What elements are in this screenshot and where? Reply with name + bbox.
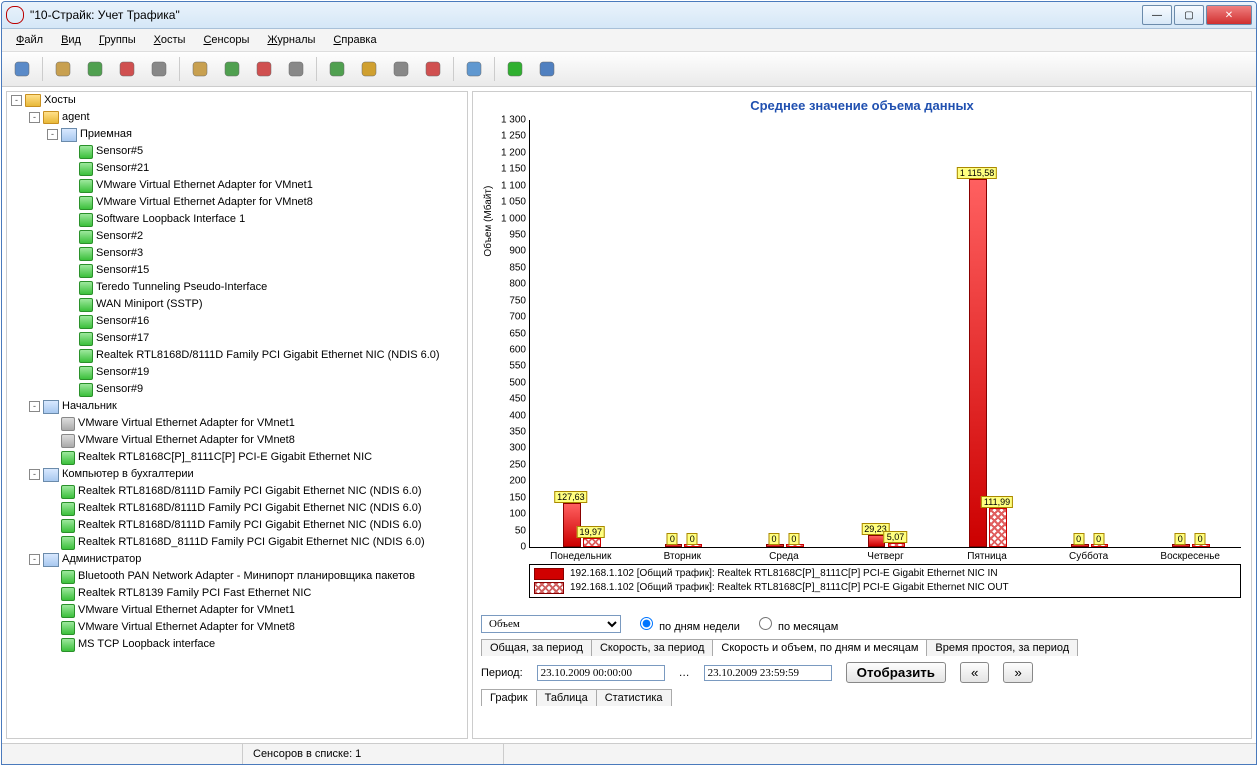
menubar: ФайлВидГруппыХостыСенсорыЖурналыСправка [2, 29, 1256, 52]
tree-group[interactable]: -Администратор [29, 551, 467, 568]
menu-Сенсоры[interactable]: Сенсоры [195, 32, 257, 48]
statusbar: Сенсоров в списке: 1 [2, 743, 1256, 764]
tree-sensor[interactable]: Sensor#9 [65, 381, 467, 398]
toolbar-btn-20[interactable] [533, 55, 561, 83]
toolbar-btn-17[interactable] [460, 55, 488, 83]
tree-sensor[interactable]: VMware Virtual Ethernet Adapter for VMne… [47, 602, 467, 619]
tree-sensor[interactable]: Software Loopback Interface 1 [65, 211, 467, 228]
toolbar-btn-8[interactable] [218, 55, 246, 83]
toolbar-btn-14[interactable] [387, 55, 415, 83]
show-button[interactable]: Отобразить [846, 662, 946, 683]
toolbar-btn-7[interactable] [186, 55, 214, 83]
tree-sensor[interactable]: Sensor#17 [65, 330, 467, 347]
tree-sensor[interactable]: Realtek RTL8168D/8111D Family PCI Gigabi… [47, 500, 467, 517]
metric-select[interactable]: Объем [481, 615, 621, 633]
period-from[interactable] [537, 665, 665, 681]
view-tab[interactable]: Таблица [536, 689, 597, 706]
chart-panel: Среднее значение объема данных Объем (Мб… [472, 91, 1252, 739]
period-to[interactable] [704, 665, 832, 681]
chart-area: 0501001502002503003504004505005506006507… [529, 120, 1241, 548]
tree-sensor[interactable]: Bluetooth PAN Network Adapter - Минипорт… [47, 568, 467, 585]
titlebar: "10-Страйк: Учет Трафика" — ▢ ✕ [2, 2, 1256, 29]
tree-sensor[interactable]: Sensor#2 [65, 228, 467, 245]
chart-legend: 192.168.1.102 [Общий трафик]: Realtek RT… [529, 564, 1241, 598]
tree-sensor[interactable]: VMware Virtual Ethernet Adapter for VMne… [47, 432, 467, 449]
maximize-button[interactable]: ▢ [1174, 5, 1204, 25]
toolbar-btn-10[interactable] [282, 55, 310, 83]
report-tab[interactable]: Скорость и объем, по дням и месяцам [712, 639, 927, 656]
menu-Группы[interactable]: Группы [91, 32, 144, 48]
chart-ylabel: Объем (Мбайт) [483, 186, 494, 257]
tree-sensor[interactable]: Teredo Tunneling Pseudo-Interface [65, 279, 467, 296]
host-tree[interactable]: -Хосты-agent-ПриемнаяSensor#5Sensor#21VM… [6, 91, 468, 739]
close-button[interactable]: ✕ [1206, 5, 1252, 25]
tree-sensor[interactable]: VMware Virtual Ethernet Adapter for VMne… [65, 177, 467, 194]
tree-sensor[interactable]: Realtek RTL8168D_8111D Family PCI Gigabi… [47, 534, 467, 551]
status-sensor-count: Сенсоров в списке: 1 [243, 744, 504, 764]
report-tab[interactable]: Скорость, за период [591, 639, 713, 656]
toolbar-btn-5[interactable] [145, 55, 173, 83]
tree-sensor[interactable]: Realtek RTL8168D/8111D Family PCI Gigabi… [65, 347, 467, 364]
toolbar-btn-12[interactable] [323, 55, 351, 83]
radio-by-days[interactable]: по дням недели [635, 614, 740, 633]
toolbar-btn-15[interactable] [419, 55, 447, 83]
report-tab[interactable]: Общая, за период [481, 639, 592, 656]
nav-next-button[interactable]: » [1003, 662, 1032, 683]
report-tab[interactable]: Время простоя, за период [926, 639, 1078, 656]
toolbar [2, 52, 1256, 87]
period-label: Период: [481, 667, 523, 679]
menu-Хосты[interactable]: Хосты [146, 32, 194, 48]
toolbar-btn-3[interactable] [81, 55, 109, 83]
toolbar-btn-4[interactable] [113, 55, 141, 83]
tree-sensor[interactable]: Sensor#3 [65, 245, 467, 262]
nav-prev-button[interactable]: « [960, 662, 989, 683]
view-tab[interactable]: Статистика [596, 689, 672, 706]
tree-sensor[interactable]: VMware Virtual Ethernet Adapter for VMne… [47, 415, 467, 432]
tree-sensor[interactable]: VMware Virtual Ethernet Adapter for VMne… [65, 194, 467, 211]
menu-Журналы[interactable]: Журналы [259, 32, 323, 48]
tree-sensor[interactable]: Sensor#21 [65, 160, 467, 177]
tree-sensor[interactable]: Realtek RTL8168D/8111D Family PCI Gigabi… [47, 517, 467, 534]
tree-sensor[interactable]: MS TCP Loopback interface [47, 636, 467, 653]
menu-Справка[interactable]: Справка [325, 32, 384, 48]
tree-sensor[interactable]: Sensor#19 [65, 364, 467, 381]
tree-sensor[interactable]: Realtek RTL8168C[P]_8111C[P] PCI-E Gigab… [47, 449, 467, 466]
toolbar-btn-19[interactable] [501, 55, 529, 83]
report-tabs: Общая, за периодСкорость, за периодСкоро… [481, 639, 1243, 656]
menu-Файл[interactable]: Файл [8, 32, 51, 48]
tree-host[interactable]: -Приемная [47, 126, 467, 143]
app-icon [6, 6, 24, 24]
tree-sensor[interactable]: Sensor#5 [65, 143, 467, 160]
tree-sensor[interactable]: VMware Virtual Ethernet Adapter for VMne… [47, 619, 467, 636]
minimize-button[interactable]: — [1142, 5, 1172, 25]
toolbar-btn-9[interactable] [250, 55, 278, 83]
menu-Вид[interactable]: Вид [53, 32, 89, 48]
tree-group[interactable]: -Начальник [29, 398, 467, 415]
window-title: "10-Страйк: Учет Трафика" [30, 8, 1142, 22]
tree-sensor[interactable]: Realtek RTL8139 Family PCI Fast Ethernet… [47, 585, 467, 602]
tree-group[interactable]: -Компьютер в бухгалтерии [29, 466, 467, 483]
view-tab[interactable]: График [481, 689, 537, 706]
toolbar-btn-2[interactable] [49, 55, 77, 83]
tree-sensor[interactable]: WAN Miniport (SSTP) [65, 296, 467, 313]
radio-by-months[interactable]: по месяцам [754, 614, 838, 633]
toolbar-btn-13[interactable] [355, 55, 383, 83]
toolbar-btn-0[interactable] [8, 55, 36, 83]
tree-sensor[interactable]: Sensor#16 [65, 313, 467, 330]
tree-group[interactable]: -agent [29, 109, 467, 126]
tree-sensor[interactable]: Realtek RTL8168D/8111D Family PCI Gigabi… [47, 483, 467, 500]
view-tabs: ГрафикТаблицаСтатистика [481, 689, 1243, 706]
tree-sensor[interactable]: Sensor#15 [65, 262, 467, 279]
chart-title: Среднее значение объема данных [473, 92, 1251, 115]
